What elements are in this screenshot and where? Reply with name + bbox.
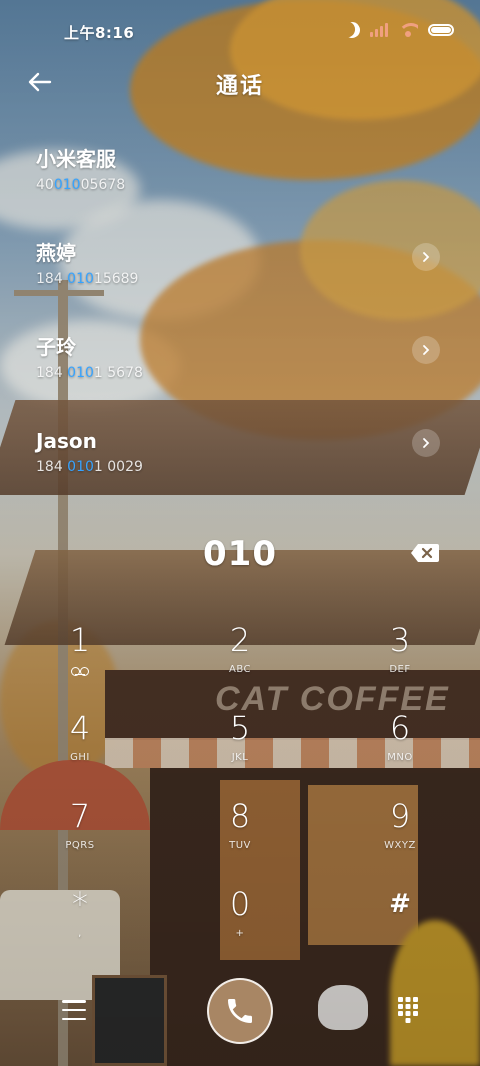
key-letters: DEF — [389, 664, 411, 675]
call-button[interactable] — [207, 978, 273, 1044]
contact-detail-button[interactable] — [412, 336, 440, 364]
key-4[interactable]: 4 GHI — [10, 708, 150, 788]
contact-result[interactable]: 小米客服 4001005678 — [0, 138, 480, 232]
page-title: 通话 — [215, 74, 264, 99]
key-letters: TUV — [229, 840, 251, 851]
delete-button[interactable] — [410, 543, 440, 563]
key-0[interactable]: 0 + — [170, 884, 310, 964]
key-digit: * — [72, 885, 88, 923]
contact-result[interactable]: 燕婷 184 01015689 — [0, 232, 480, 326]
key-digit: 8 — [229, 797, 251, 835]
wifi-icon — [398, 23, 418, 37]
key-3[interactable]: 3 DEF — [330, 620, 470, 700]
status-bar: 上午8:16 — [0, 0, 480, 62]
dialed-number: 010 — [203, 534, 277, 574]
key-letters: , — [78, 928, 82, 939]
key-digit: # — [389, 889, 411, 919]
moon-icon — [341, 19, 363, 41]
key-digit: 0 — [229, 885, 251, 923]
voicemail-icon — [10, 660, 150, 679]
key-2[interactable]: 2 ABC — [170, 620, 310, 700]
key-digit: 9 — [389, 797, 411, 835]
key-8[interactable]: 8 TUV — [170, 796, 310, 876]
key-letters: + — [235, 928, 245, 939]
phone-icon — [228, 999, 252, 1023]
key-digit: 3 — [389, 621, 411, 659]
key-letters: JKL — [231, 752, 249, 763]
key-letters: GHI — [70, 752, 90, 763]
battery-icon — [428, 24, 454, 36]
key-digit: 2 — [229, 621, 251, 659]
key-5[interactable]: 5 JKL — [170, 708, 310, 788]
number-match-highlight: 010 — [67, 271, 94, 287]
bottom-bar — [0, 975, 480, 1055]
contact-name: 小米客服 — [36, 147, 116, 171]
chevron-right-icon — [423, 345, 430, 355]
signal-icon — [370, 23, 388, 37]
key-digit: 4 — [69, 709, 91, 747]
search-results-list: 小米客服 4001005678 燕婷 184 01015689 子玲 184 0… — [0, 138, 480, 514]
key-7[interactable]: 7 PQRS — [10, 796, 150, 876]
menu-button[interactable] — [62, 1000, 86, 1020]
dialpad-icon — [398, 997, 418, 1023]
contact-number: 184 01015689 — [36, 271, 139, 287]
key-letters: ABC — [228, 664, 251, 675]
dial-input[interactable]: 010 — [0, 530, 480, 580]
key-letters: PQRS — [65, 840, 95, 851]
contact-detail-button[interactable] — [412, 243, 440, 271]
contact-number: 184 0101 0029 — [36, 459, 143, 475]
number-match-highlight: 010 — [67, 365, 94, 381]
key-star[interactable]: * , — [10, 884, 150, 964]
contact-detail-button[interactable] — [412, 429, 440, 457]
hamburger-menu-icon — [62, 1000, 86, 1003]
key-digit: 6 — [389, 709, 411, 747]
status-icons — [344, 22, 454, 38]
key-6[interactable]: 6 MNO — [330, 708, 470, 788]
contact-result[interactable]: Jason 184 0101 0029 — [0, 420, 480, 514]
contact-number: 184 0101 5678 — [36, 365, 143, 381]
key-digit: 1 — [69, 621, 91, 659]
key-letters: WXYZ — [384, 840, 416, 851]
key-1[interactable]: 1 — [10, 620, 150, 700]
number-match-highlight: 010 — [67, 459, 94, 475]
header: 通话 — [0, 62, 480, 106]
chevron-right-icon — [423, 438, 430, 448]
keypad-toggle-button[interactable] — [398, 997, 418, 1023]
key-9[interactable]: 9 WXYZ — [330, 796, 470, 876]
status-time: 上午8:16 — [64, 24, 135, 42]
contact-number: 4001005678 — [36, 177, 126, 193]
backspace-icon — [411, 544, 439, 562]
key-digit: 7 — [69, 797, 91, 835]
key-digit: 5 — [229, 709, 251, 747]
chevron-right-icon — [423, 252, 430, 262]
key-hash[interactable]: # — [330, 884, 470, 964]
number-match-highlight: 010 — [53, 177, 81, 193]
contact-result[interactable]: 子玲 184 0101 5678 — [0, 326, 480, 420]
key-letters: MNO — [387, 752, 413, 763]
